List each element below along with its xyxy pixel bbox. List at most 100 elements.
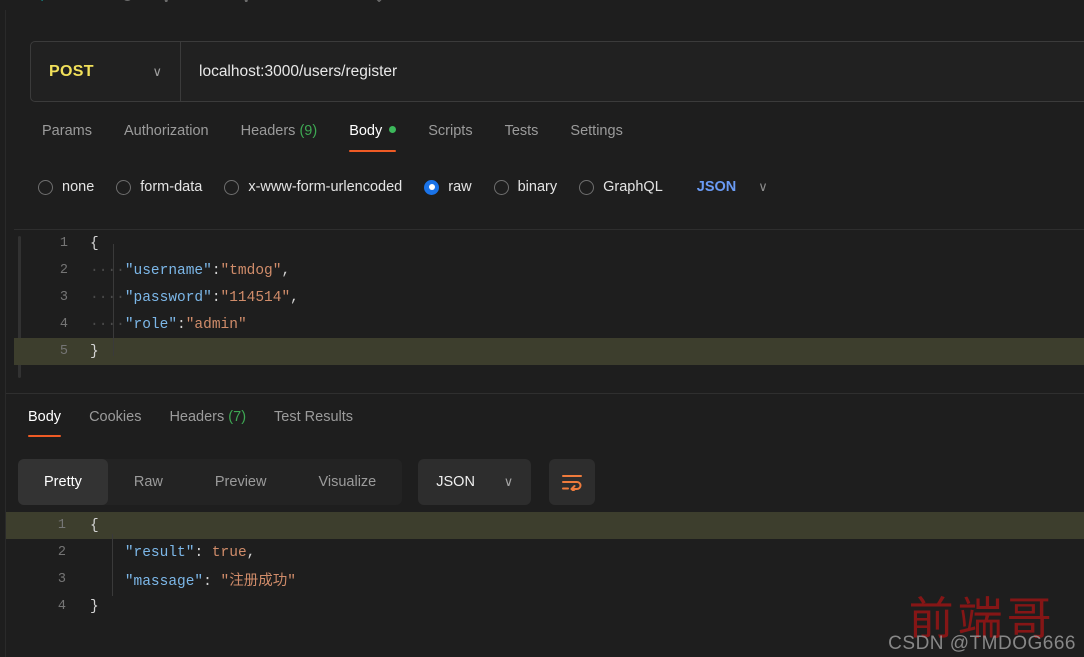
tab-label: Authorization [123, 123, 209, 139]
radio-circle-icon [579, 179, 595, 195]
code-line[interactable]: 1{ [6, 512, 1084, 539]
radio-label: GraphQL [603, 179, 663, 195]
line-number: 5 [59, 344, 68, 359]
code-text: ····"username":"tmdog", [90, 262, 291, 279]
response-code-area[interactable]: 1{2 "result": true, 3 "massage": "注册成功" 4} [6, 512, 1084, 620]
line-number: 1 [59, 236, 68, 251]
code-line[interactable]: 5} [14, 338, 1084, 365]
code-text: } [90, 343, 99, 360]
sync-icon[interactable]: ↻ [120, 0, 134, 5]
code-text: ····"role":"admin" [90, 316, 247, 333]
radio-raw[interactable]: raw [424, 179, 472, 195]
radio-binary[interactable]: binary [493, 179, 558, 195]
chevron-down-icon: ∨ [503, 474, 514, 489]
view-mode-pretty[interactable]: Pretty [18, 459, 108, 505]
radio-label: binary [517, 179, 558, 195]
line-number: 1 [57, 518, 66, 533]
tab-tests[interactable]: Tests [489, 120, 555, 142]
http-method-selector[interactable]: POST ∨ [31, 42, 181, 101]
indent-guide [112, 534, 113, 596]
tab-label: Cookies [89, 409, 142, 425]
radio-x-www-form-urlencoded[interactable]: x-www-form-urlencoded [224, 179, 402, 195]
code-line[interactable]: 2 "result": true, [6, 539, 1084, 566]
tab-label: Headers [240, 123, 296, 139]
body-format-label: JSON [696, 179, 737, 195]
chevron-down-icon: ∨ [758, 179, 768, 194]
request-url-bar: POST ∨ localhost:3000/users/register [30, 41, 1084, 102]
tab-settings[interactable]: Settings [554, 120, 638, 142]
body-type-radio-group: none form-data x-www-form-urlencoded raw… [38, 179, 768, 195]
tab-label: Test Results [274, 409, 354, 425]
response-format-selector[interactable]: JSON ∨ [418, 459, 532, 505]
dropdown-icon[interactable]: ∨ [240, 0, 252, 5]
body-modified-dot-icon [389, 126, 397, 133]
radio-label: form-data [140, 179, 203, 195]
radio-label: none [62, 179, 95, 195]
tab-label: Headers [169, 409, 225, 425]
tab-authorization[interactable]: Authorization [108, 120, 225, 142]
code-line[interactable]: 4} [6, 593, 1084, 620]
response-tab-headers[interactable]: Headers (7) [155, 406, 260, 428]
code-line[interactable]: 4 ····"role":"admin" [14, 311, 1084, 338]
tab-label: Scripts [428, 123, 473, 139]
response-tab-bar: Body Cookies Headers (7) Test Results [14, 406, 367, 440]
tab-label: Body [28, 409, 62, 425]
view-mode-raw[interactable]: Raw [108, 459, 189, 505]
line-number: 4 [57, 599, 66, 614]
line-number: 2 [57, 545, 66, 560]
http-method-label: POST [49, 62, 94, 80]
postman-window: ⟵ ↻ ∨ ∨ ⇓ POST ∨ localhost:3000/users/re… [0, 0, 1084, 657]
indent-guide [113, 244, 114, 356]
view-mode-preview[interactable]: Preview [189, 459, 293, 505]
radio-circle-icon [224, 179, 240, 195]
radio-label: raw [448, 179, 472, 195]
radio-circle-selected-icon [424, 179, 440, 195]
response-toolbar: Pretty Raw Preview Visualize JSON ∨ [18, 459, 596, 505]
radio-circle-icon [116, 179, 132, 195]
tab-body[interactable]: Body [333, 120, 412, 152]
radio-circle-icon [38, 179, 53, 195]
radio-form-data[interactable]: form-data [116, 179, 202, 195]
view-mode-visualize[interactable]: Visualize [292, 459, 402, 505]
code-text: ····"password":"114514", [90, 289, 299, 306]
code-line[interactable]: 3 "massage": "注册成功" [6, 566, 1084, 593]
line-number: 3 [57, 572, 66, 587]
response-tab-test-results[interactable]: Test Results [260, 406, 367, 428]
response-body-editor[interactable]: 1{2 "result": true, 3 "massage": "注册成功" 4} [6, 512, 1084, 622]
tab-label: Params [42, 123, 92, 139]
response-tab-cookies[interactable]: Cookies [75, 406, 155, 428]
code-text: } [90, 598, 99, 615]
line-number: 2 [59, 263, 68, 278]
headers-count: (9) [299, 123, 318, 139]
line-number: 4 [59, 317, 68, 332]
tab-params[interactable]: Params [26, 120, 108, 142]
code-line[interactable]: 2 ····"username":"tmdog", [14, 257, 1084, 284]
tab-headers[interactable]: Headers (9) [225, 120, 334, 142]
code-line[interactable]: 3 ····"password":"114514", [14, 284, 1084, 311]
url-input[interactable]: localhost:3000/users/register [181, 63, 1084, 81]
radio-graphql[interactable]: GraphQL [579, 179, 663, 195]
radio-none[interactable]: none [38, 179, 94, 195]
request-code-area[interactable]: 1{2 ····"username":"tmdog", 3 ····"password… [14, 230, 1084, 365]
wrap-text-icon [562, 475, 583, 491]
wrap-text-button[interactable] [549, 459, 596, 505]
chevron-down-icon: ∨ [152, 63, 162, 79]
save-icon[interactable]: ⇓ [372, 0, 386, 5]
radio-circle-icon [493, 179, 509, 195]
request-tab-bar: Params Authorization Headers (9) Body Sc… [26, 120, 639, 156]
tab-label: Settings [570, 123, 623, 139]
back-arrow-icon[interactable]: ⟵ [38, 0, 62, 5]
response-view-mode-group: Pretty Raw Preview Visualize [18, 459, 403, 505]
response-headers-count: (7) [228, 409, 247, 425]
code-text: "massage": "注册成功" [124, 574, 296, 590]
line-number: 3 [59, 290, 68, 305]
response-separator [6, 393, 1084, 394]
code-text: { [90, 235, 99, 252]
body-format-selector[interactable]: JSON ∨ [697, 179, 768, 195]
tab-scripts[interactable]: Scripts [412, 120, 488, 142]
code-line[interactable]: 1{ [14, 230, 1084, 257]
response-tab-body[interactable]: Body [14, 406, 75, 437]
request-body-editor[interactable]: 1{2 ····"username":"tmdog", 3 ····"password… [14, 229, 1084, 387]
tab-label: Body [349, 123, 383, 139]
chevron-down-icon[interactable]: ∨ [160, 0, 172, 5]
